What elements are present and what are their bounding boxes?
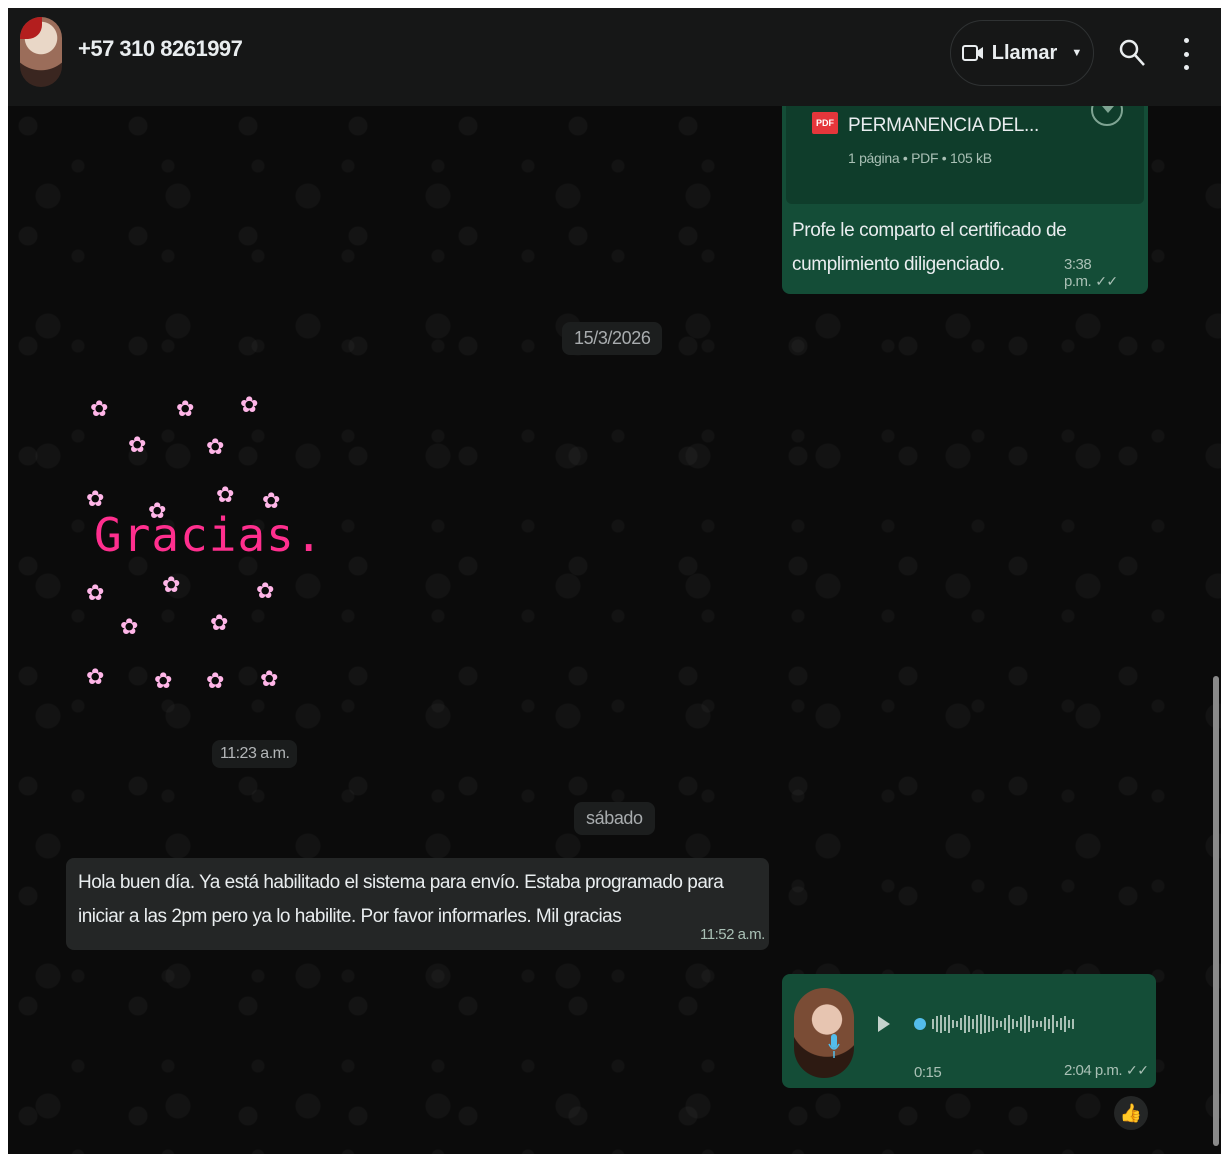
menu-dot xyxy=(1183,51,1189,57)
flower-icon: ✿ xyxy=(162,572,181,597)
date-separator: 15/3/2026 xyxy=(562,322,663,355)
waveform-bar xyxy=(1004,1018,1006,1030)
flower-icon: ✿ xyxy=(240,392,259,417)
voice-duration: 0:15 xyxy=(914,1064,942,1081)
microphone-icon xyxy=(828,1034,840,1058)
flower-icon: ✿ xyxy=(210,610,229,635)
waveform-bar xyxy=(1060,1018,1062,1030)
video-camera-icon xyxy=(961,45,983,61)
waveform-bar xyxy=(972,1019,974,1029)
waveform-bar xyxy=(996,1020,998,1028)
flower-icon: ✿ xyxy=(176,396,195,421)
waveform-bar xyxy=(940,1015,942,1033)
waveform-bar xyxy=(1048,1019,1050,1029)
waveform-bar xyxy=(980,1014,982,1034)
chat-window: +57 310 8261997 Llamar ▼ PDF PERMANENCIA… xyxy=(8,8,1221,1154)
voice-waveform[interactable] xyxy=(914,1012,1126,1036)
waveform-bar xyxy=(936,1016,938,1032)
waveform-bar xyxy=(1032,1020,1034,1028)
play-icon[interactable] xyxy=(878,1016,890,1032)
menu-dot xyxy=(1183,38,1189,43)
flower-icon: ✿ xyxy=(128,432,147,457)
waveform-bar xyxy=(952,1020,954,1028)
chevron-down-icon[interactable]: ▼ xyxy=(1071,47,1082,59)
flower-icon: ✿ xyxy=(86,664,105,689)
message-time-text: 2:04 p.m. xyxy=(1064,1062,1123,1079)
pdf-icon: PDF xyxy=(812,112,838,134)
waveform-bar xyxy=(992,1017,994,1031)
contact-avatar[interactable] xyxy=(20,17,62,87)
waveform-bar xyxy=(1016,1021,1018,1027)
flower-icon: ✿ xyxy=(260,666,279,691)
message-time: 3:38 p.m. ✓✓ xyxy=(1064,256,1148,290)
document-card[interactable]: PDF PERMANENCIA DEL... 1 página • PDF • … xyxy=(786,106,1144,204)
flower-icon: ✿ xyxy=(120,614,139,639)
flower-icon: ✿ xyxy=(216,482,235,507)
search-icon[interactable] xyxy=(1118,38,1146,68)
waveform-bar xyxy=(1000,1021,1002,1027)
flower-icon: ✿ xyxy=(86,580,105,605)
waveform-bar xyxy=(1020,1017,1022,1031)
flower-icon: ✿ xyxy=(256,578,275,603)
double-check-icon: ✓✓ xyxy=(1126,1062,1149,1078)
waveform-bar xyxy=(1072,1019,1074,1029)
flower-icon: ✿ xyxy=(90,396,109,421)
waveform-bar xyxy=(1056,1021,1058,1027)
message-time: 11:52 a.m. xyxy=(700,926,765,943)
waveform-bar xyxy=(1068,1020,1070,1028)
message-time: 2:04 p.m. ✓✓ xyxy=(1064,1062,1149,1079)
waveform-bar xyxy=(1044,1017,1046,1031)
chat-header: +57 310 8261997 Llamar ▼ xyxy=(8,8,1221,106)
flower-icon: ✿ xyxy=(206,668,225,693)
waveform-bar xyxy=(1036,1021,1038,1027)
waveform-bar xyxy=(1028,1016,1030,1032)
waveform-bar xyxy=(968,1016,970,1032)
waveform-bar xyxy=(944,1017,946,1031)
outgoing-document-message[interactable]: PDF PERMANENCIA DEL... 1 página • PDF • … xyxy=(782,106,1148,294)
waveform-bar xyxy=(1064,1016,1066,1032)
sticker-message[interactable]: ✿ ✿ ✿ ✿ ✿ ✿ ✿ ✿ ✿ Gracias. ✿ ✿ ✿ ✿ ✿ ✿ ✿… xyxy=(78,392,323,726)
double-check-icon: ✓✓ xyxy=(1095,273,1118,289)
flower-icon: ✿ xyxy=(154,668,173,693)
waveform-bar xyxy=(976,1015,978,1033)
kebab-menu-icon[interactable] xyxy=(1176,38,1196,70)
message-text: Hola buen día. Ya está habilitado el sis… xyxy=(78,872,724,927)
call-button-label: Llamar xyxy=(991,41,1058,64)
flower-icon: ✿ xyxy=(206,434,225,459)
thumbs-up-reaction[interactable]: 👍 xyxy=(1114,1096,1148,1130)
message-time-text: 3:38 p.m. xyxy=(1064,256,1092,290)
waveform-bar xyxy=(1024,1015,1026,1033)
document-name: PERMANENCIA DEL... xyxy=(848,115,1039,136)
waveform-bar xyxy=(1040,1021,1042,1027)
incoming-text-message[interactable]: Hola buen día. Ya está habilitado el sis… xyxy=(66,858,769,950)
outgoing-voice-message[interactable]: 0:15 2:04 p.m. ✓✓ xyxy=(782,974,1156,1088)
waveform-bar xyxy=(984,1015,986,1033)
waveform-bar xyxy=(956,1021,958,1027)
waveform-bar xyxy=(948,1015,950,1033)
sticker-time: 11:23 a.m. xyxy=(212,740,298,768)
date-separator: sábado xyxy=(574,802,655,835)
scrollbar[interactable] xyxy=(1213,676,1219,1146)
menu-dot xyxy=(1183,65,1189,70)
waveform-bar xyxy=(1012,1019,1014,1029)
waveform-bar xyxy=(964,1015,966,1033)
message-list[interactable]: PDF PERMANENCIA DEL... 1 página • PDF • … xyxy=(8,106,1221,1154)
waveform-bar xyxy=(988,1016,990,1032)
document-meta: 1 página • PDF • 105 kB xyxy=(848,150,992,166)
waveform-bar xyxy=(1008,1015,1010,1033)
contact-name[interactable]: +57 310 8261997 xyxy=(78,36,243,62)
playback-handle[interactable] xyxy=(914,1018,926,1030)
waveform-bar xyxy=(1052,1015,1054,1033)
sender-avatar xyxy=(794,988,854,1078)
waveform-bar xyxy=(960,1018,962,1030)
sticker-text: Gracias. xyxy=(94,508,324,562)
waveform-bar xyxy=(932,1019,934,1029)
call-button[interactable]: Llamar ▼ xyxy=(950,20,1094,86)
download-icon[interactable] xyxy=(1091,106,1123,126)
